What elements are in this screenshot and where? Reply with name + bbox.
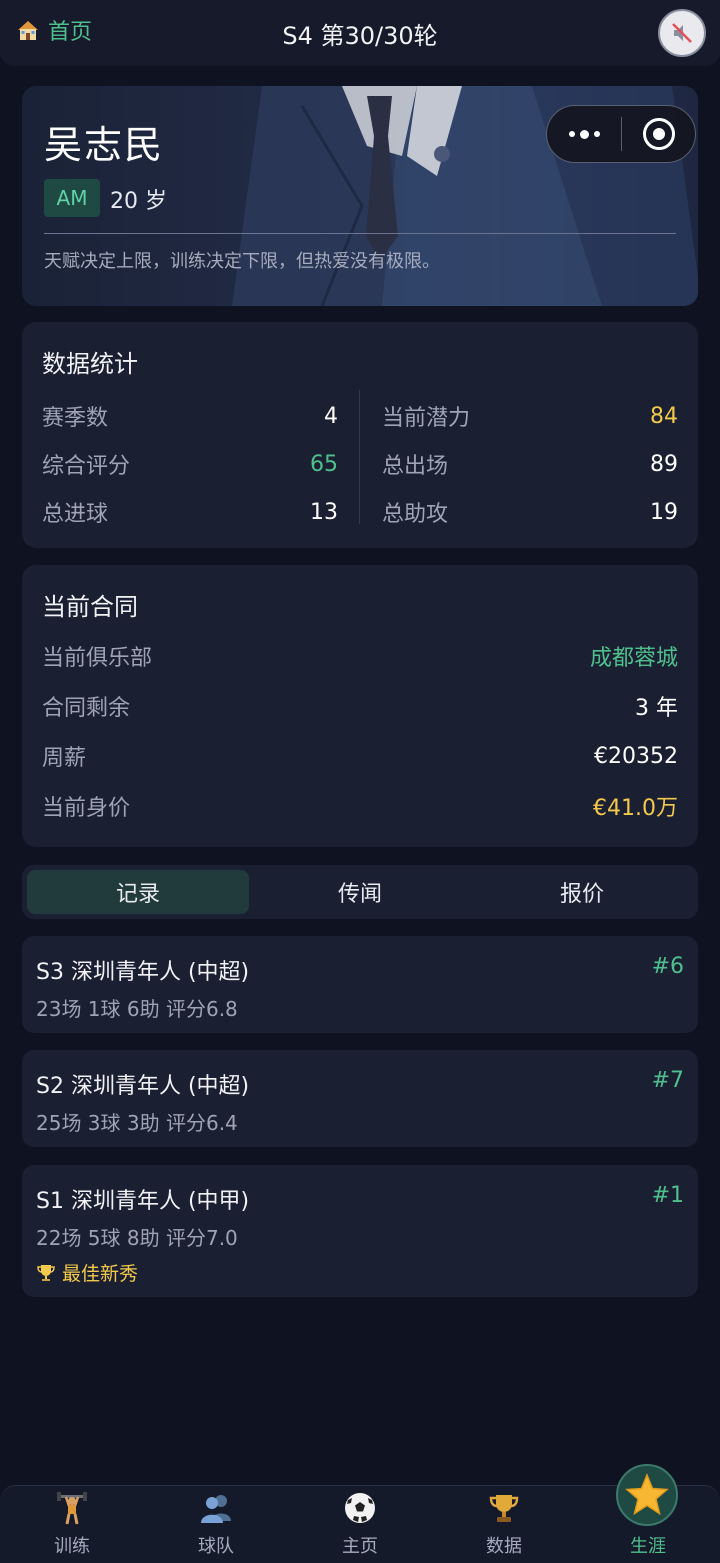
more-menu-button[interactable] (547, 106, 621, 162)
nav-item-home[interactable]: 主页 (288, 1486, 432, 1563)
tab-offers[interactable]: 报价 (471, 870, 693, 914)
profile-divider (44, 233, 676, 234)
nav-label: 球队 (198, 1536, 234, 1557)
record-stats: 23场 1球 6助 评分6.8 (36, 997, 238, 1021)
nav-label: 生涯 (630, 1536, 666, 1557)
stats-column-left: 赛季数 4 综合评分 65 总进球 13 (42, 392, 338, 536)
stat-row: 总进球 13 (42, 488, 338, 536)
contract-label: 周薪 (42, 746, 87, 771)
mute-button[interactable] (658, 9, 706, 57)
stat-value: 65 (310, 451, 338, 477)
miniprogram-capsule (546, 105, 696, 163)
nav-label: 主页 (342, 1536, 378, 1557)
player-name: 吴志民 (44, 123, 165, 167)
award-badge: 最佳新秀 (36, 1259, 138, 1286)
player-age: 20 岁 (110, 189, 167, 214)
position-badge: AM (44, 179, 100, 217)
stats-column-right: 当前潜力 84 总出场 89 总助攻 19 (382, 392, 678, 536)
record-stats: 22场 5球 8助 评分7.0 (36, 1226, 238, 1250)
stat-label: 赛季数 (42, 406, 109, 431)
weekly-wage-value: €20352 (594, 743, 678, 769)
stat-value: 89 (650, 451, 678, 477)
close-miniprogram-button[interactable] (622, 106, 695, 162)
stat-value: 19 (650, 499, 678, 525)
speaker-muted-icon (672, 23, 692, 43)
award-label: 最佳新秀 (62, 1263, 139, 1285)
nav-label: 数据 (486, 1536, 522, 1557)
record-title: S1 深圳青年人 (中甲) (36, 1189, 250, 1214)
season-record-card[interactable]: S2 深圳青年人 (中超) #7 25场 3球 3助 评分6.4 (22, 1050, 698, 1147)
nav-label: 训练 (54, 1536, 90, 1557)
nav-item-team[interactable]: 球队 (144, 1486, 288, 1563)
record-rank: #6 (651, 954, 684, 979)
contract-remaining-value: 3 年 (635, 696, 678, 721)
season-record-card[interactable]: S3 深圳青年人 (中超) #6 23场 1球 6助 评分6.8 (22, 936, 698, 1033)
record-rank: #1 (651, 1183, 684, 1208)
team-icon (198, 1490, 234, 1526)
player-motto: 天赋决定上限，训练决定下限，但热爱没有极限。 (44, 251, 440, 272)
player-profile-card: 吴志民 AM 20 岁 天赋决定上限，训练决定下限，但热爱没有极限。 (22, 86, 698, 306)
contract-row: 周薪 €20352 (42, 731, 678, 781)
dot-icon (568, 131, 575, 137)
season-record-card[interactable]: S1 深圳青年人 (中甲) #1 22场 5球 8助 评分7.0 最佳新秀 (22, 1165, 698, 1297)
star-icon[interactable] (616, 1464, 678, 1526)
contract-card: 当前合同 当前俱乐部 成都蓉城 合同剩余 3 年 周薪 €20352 当前身价 … (22, 565, 698, 847)
target-icon (642, 118, 675, 150)
stat-row: 赛季数 4 (42, 392, 338, 440)
stat-label: 总进球 (42, 502, 109, 527)
stats-title: 数据统计 (42, 350, 138, 378)
tab-records[interactable]: 记录 (27, 870, 249, 914)
career-tabs: 记录 传闻 报价 (22, 865, 698, 919)
record-title: S2 深圳青年人 (中超) (36, 1074, 250, 1099)
stat-label: 总助攻 (382, 502, 449, 527)
round-title: S4 第30/30轮 (282, 22, 438, 50)
contract-row: 当前身价 €41.0万 (42, 781, 678, 831)
record-title: S3 深圳青年人 (中超) (36, 960, 250, 985)
market-value: €41.0万 (593, 796, 678, 821)
dot-icon (593, 131, 600, 137)
nav-item-data[interactable]: 数据 (432, 1486, 576, 1563)
stat-value: 84 (650, 403, 678, 429)
record-stats: 25场 3球 3助 评分6.4 (36, 1111, 238, 1135)
stat-label: 当前潜力 (382, 406, 471, 431)
soccer-ball-icon (342, 1490, 378, 1526)
dot-icon (579, 129, 589, 139)
stat-row: 当前潜力 84 (382, 392, 678, 440)
contract-title: 当前合同 (42, 593, 138, 621)
contract-label: 当前俱乐部 (42, 646, 153, 671)
tab-rumors[interactable]: 传闻 (249, 870, 471, 914)
contract-label: 合同剩余 (42, 696, 131, 721)
trophy-icon (486, 1490, 522, 1526)
stat-value: 13 (310, 499, 338, 525)
contract-row: 当前俱乐部 成都蓉城 (42, 631, 678, 681)
record-rank: #7 (651, 1068, 684, 1093)
stats-card: 数据统计 赛季数 4 综合评分 65 总进球 13 当前潜力 84 总出场 89… (22, 322, 698, 548)
stat-row: 总助攻 19 (382, 488, 678, 536)
nav-item-training[interactable]: 训练 (0, 1486, 144, 1563)
contract-label: 当前身价 (42, 796, 131, 821)
stat-row: 总出场 89 (382, 440, 678, 488)
stat-label: 总出场 (382, 454, 449, 479)
contract-row: 合同剩余 3 年 (42, 681, 678, 731)
club-value[interactable]: 成都蓉城 (590, 640, 678, 672)
stat-value: 4 (324, 403, 338, 429)
weightlifter-icon (54, 1490, 90, 1526)
top-bar: 首页 S4 第30/30轮 (0, 0, 720, 66)
stats-divider (359, 390, 360, 524)
stat-row: 综合评分 65 (42, 440, 338, 488)
stat-label: 综合评分 (42, 454, 131, 479)
contract-rows: 当前俱乐部 成都蓉城 合同剩余 3 年 周薪 €20352 当前身价 €41.0… (42, 631, 678, 831)
trophy-icon (37, 1264, 55, 1281)
bottom-nav: 训练 球队 主页 数据 生涯 (0, 1485, 720, 1563)
